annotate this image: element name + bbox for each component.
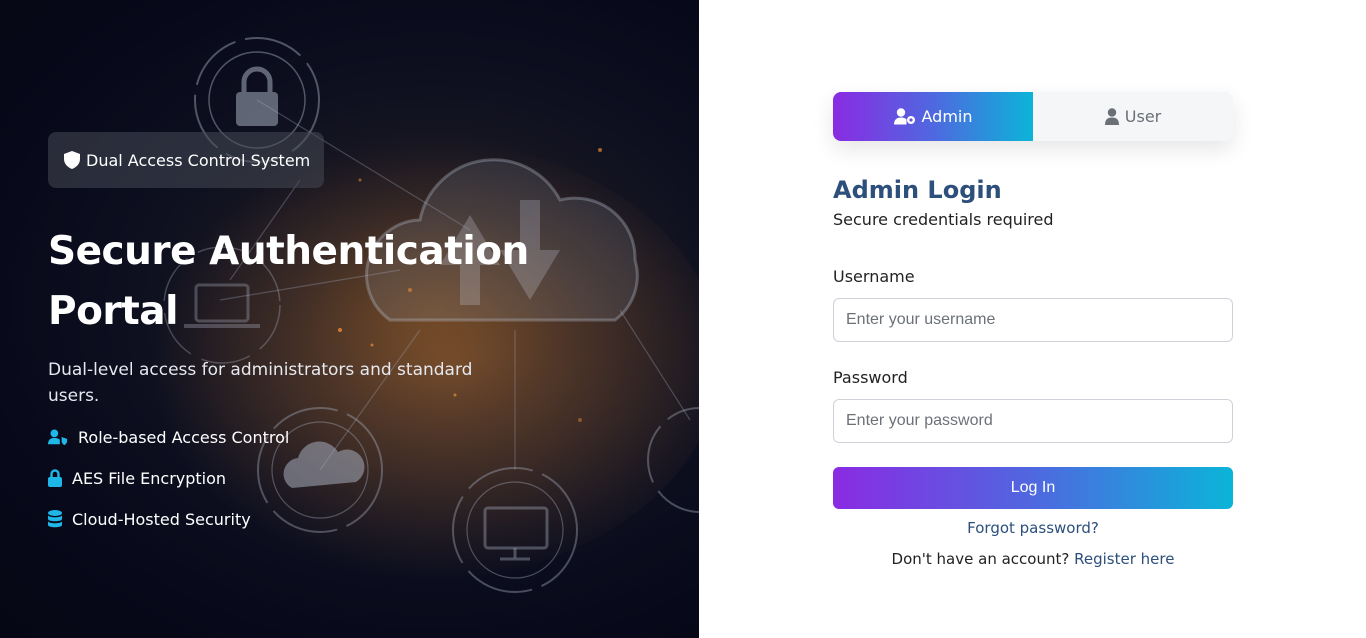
feature-item-aes: AES File Encryption [48, 468, 226, 488]
feature-label: Role-based Access Control [78, 427, 290, 447]
role-tabs: Admin User [833, 92, 1233, 141]
register-line: Don't have an account? Register here [833, 550, 1233, 568]
tab-user-label: User [1124, 107, 1162, 126]
forgot-password-link[interactable]: Forgot password? [833, 519, 1233, 537]
tab-admin[interactable]: Admin [833, 92, 1033, 141]
hero-title: Secure Authentication Portal [48, 229, 529, 334]
feature-label: Cloud-Hosted Security [72, 509, 251, 529]
register-link[interactable]: Register here [1074, 550, 1174, 568]
tab-user[interactable]: User [1033, 92, 1233, 141]
password-input[interactable] [833, 399, 1233, 443]
shield-icon [64, 151, 80, 169]
user-shield-icon [48, 427, 68, 447]
hero-panel: Dual Access Control System Secure Authen… [0, 0, 699, 638]
tab-admin-label: Admin [921, 107, 973, 126]
user-icon [1104, 108, 1119, 125]
register-prompt: Don't have an account? [891, 550, 1070, 568]
badge-label: Dual Access Control System [86, 150, 311, 170]
feature-item-rbac: Role-based Access Control [48, 427, 289, 447]
login-title: Admin Login [833, 176, 1002, 204]
username-input[interactable] [833, 298, 1233, 342]
database-icon [48, 509, 62, 529]
page: Dual Access Control System Secure Authen… [0, 0, 1366, 638]
username-label: Username [833, 267, 915, 286]
system-badge: Dual Access Control System [48, 132, 324, 188]
login-panel: Admin User Admin Login Secure credential… [699, 0, 1366, 638]
feature-item-cloud: Cloud-Hosted Security [48, 509, 251, 529]
hero-content: Dual Access Control System Secure Authen… [48, 0, 648, 638]
user-gear-icon [893, 108, 915, 125]
login-subtitle: Secure credentials required [833, 210, 1054, 229]
login-button[interactable]: Log In [833, 467, 1233, 509]
feature-label: AES File Encryption [72, 468, 227, 488]
password-label: Password [833, 368, 908, 387]
hero-subtitle: Dual-level access for administrators and… [48, 360, 473, 406]
lock-icon [48, 468, 62, 488]
